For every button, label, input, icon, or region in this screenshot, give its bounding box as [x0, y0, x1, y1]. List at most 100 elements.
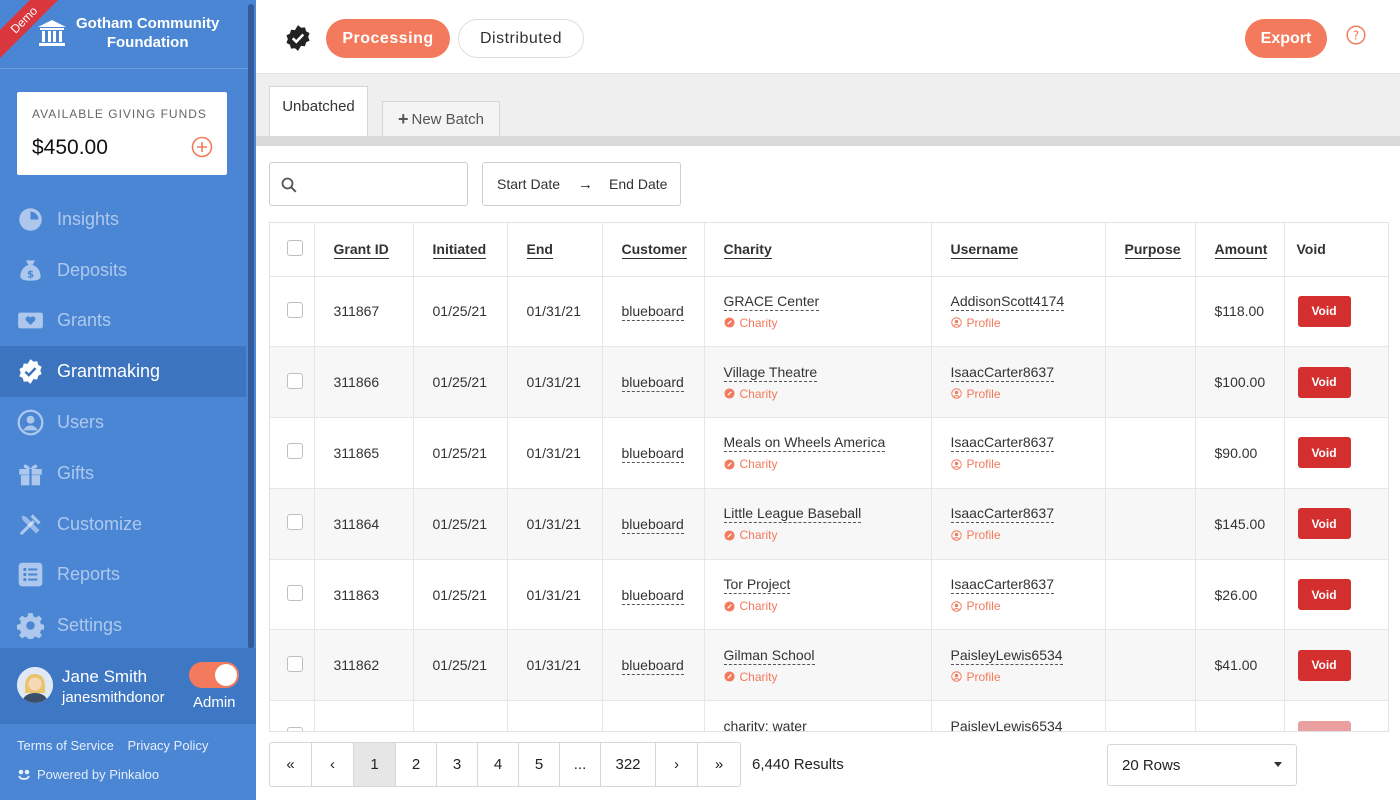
col-customer[interactable]: Customer [602, 223, 705, 276]
help-icon[interactable]: ? [1346, 25, 1366, 45]
col-grant-id[interactable]: Grant ID [314, 223, 414, 276]
void-button[interactable]: Void [1297, 508, 1351, 540]
col-charity[interactable]: Charity [704, 223, 932, 276]
page-3[interactable]: 3 [437, 743, 478, 786]
customer-link[interactable]: blueboard [621, 586, 684, 605]
void-button[interactable]: Void [1297, 437, 1351, 469]
page-1[interactable]: 1 [354, 743, 396, 786]
sidebar-item-users[interactable]: Users [0, 397, 246, 448]
first-page-button[interactable]: « [270, 743, 312, 786]
sidebar-item-customize[interactable]: Customize [0, 499, 246, 550]
charity-sub-link[interactable]: Charity [723, 528, 931, 542]
powered-by[interactable]: Powered by Pinkaloo [17, 767, 159, 782]
select-all-checkbox[interactable] [287, 239, 303, 256]
row-checkbox[interactable] [287, 443, 303, 460]
new-batch-button[interactable]: + New Batch [382, 101, 500, 136]
sidebar-item-grantmaking[interactable]: Grantmaking [0, 346, 246, 398]
tab-distributed[interactable]: Distributed [458, 19, 584, 58]
sidebar-item-reports[interactable]: Reports [0, 550, 246, 601]
charity-sub-link[interactable]: Charity [723, 316, 931, 330]
sidebar-item-label: Grants [57, 310, 112, 331]
customer-link[interactable]: blueboard [621, 303, 684, 322]
grant-id: 311865 [314, 417, 414, 489]
purpose [1105, 487, 1196, 560]
charity-link[interactable]: Little League Baseball [723, 505, 862, 524]
row-checkbox[interactable] [287, 301, 303, 318]
row-checkbox[interactable] [287, 655, 303, 672]
username-link[interactable]: IsaacCarter8637 [950, 434, 1055, 453]
username-link[interactable]: PaisleyLewis6534 [950, 646, 1063, 665]
profile-link[interactable]: Profile [950, 457, 1105, 471]
charity-sub-link[interactable]: Charity [723, 457, 931, 471]
page-322[interactable]: 322 [601, 743, 656, 786]
privacy-link[interactable]: Privacy Policy [127, 738, 208, 753]
table-row: 311865 01/25/21 01/31/21 blueboard Meals… [270, 417, 1388, 489]
sidebar-item-grants[interactable]: Grants [0, 296, 246, 347]
profile-icon [950, 388, 962, 399]
row-checkbox[interactable] [287, 585, 303, 602]
admin-toggle[interactable] [189, 662, 239, 688]
start-date[interactable]: Start Date [497, 176, 560, 192]
username-link[interactable]: IsaacCarter8637 [950, 363, 1055, 382]
page-4[interactable]: 4 [478, 743, 519, 786]
tab-processing[interactable]: Processing [326, 19, 450, 58]
col-initiated[interactable]: Initiated [413, 223, 508, 276]
last-page-button[interactable]: » [698, 743, 740, 786]
sidebar-item-insights[interactable]: Insights [0, 194, 246, 245]
sidebar-item-settings[interactable]: Settings [0, 600, 246, 651]
profile-link[interactable]: Profile [950, 670, 1105, 684]
profile-link[interactable]: Profile [950, 528, 1105, 542]
add-funds-icon[interactable] [191, 136, 213, 158]
search-input[interactable] [269, 162, 468, 206]
customer-link[interactable]: blueboard [621, 374, 684, 393]
sidebar-item-gifts[interactable]: Gifts [0, 448, 246, 499]
page-5[interactable]: 5 [519, 743, 560, 786]
profile-link[interactable]: Profile [950, 316, 1105, 330]
col-end[interactable]: End [507, 223, 603, 276]
col-purpose[interactable]: Purpose [1105, 223, 1196, 276]
batch-tabs: Unbatched + New Batch [256, 74, 1400, 146]
charity-link[interactable]: Meals on Wheels America [723, 434, 886, 453]
footer-links: Terms of Service Privacy Policy [17, 738, 218, 753]
void-button[interactable]: Void [1297, 649, 1351, 681]
charity-link[interactable]: Gilman School [723, 646, 815, 665]
username-link[interactable]: IsaacCarter8637 [950, 576, 1055, 595]
void-button[interactable]: Void [1297, 295, 1351, 327]
row-checkbox[interactable] [287, 514, 303, 531]
page-2[interactable]: 2 [396, 743, 437, 786]
export-button[interactable]: Export [1245, 19, 1327, 58]
next-page-button[interactable]: › [656, 743, 698, 786]
customer-link[interactable]: blueboard [621, 515, 684, 534]
brand[interactable]: Gotham Community Foundation [36, 14, 219, 52]
row-checkbox[interactable] [287, 372, 303, 389]
username-link[interactable]: IsaacCarter8637 [950, 505, 1055, 524]
prev-page-button[interactable]: ‹ [312, 743, 354, 786]
avatar[interactable] [17, 667, 53, 703]
charity-sub-link[interactable]: Charity [723, 599, 931, 613]
date-range-picker[interactable]: Start Date → End Date [482, 162, 681, 206]
customer-link[interactable]: blueboard [621, 444, 684, 463]
charity-sub-link[interactable]: Charity [723, 387, 931, 401]
tab-unbatched[interactable]: Unbatched [269, 86, 368, 136]
void-button[interactable]: Void [1297, 579, 1351, 611]
charity-link[interactable]: GRACE Center [723, 292, 820, 311]
rows-per-page-select[interactable]: 20 Rows [1107, 744, 1297, 786]
customer-link[interactable]: blueboard [621, 657, 684, 676]
sidebar-item-deposits[interactable]: $ Deposits [0, 245, 246, 296]
col-username[interactable]: Username [931, 223, 1106, 276]
charity-link[interactable]: Village Theatre [723, 363, 818, 382]
col-amount[interactable]: Amount [1195, 223, 1285, 276]
terms-link[interactable]: Terms of Service [17, 738, 114, 753]
void-button[interactable]: Void [1297, 720, 1351, 731]
profile-link[interactable]: Profile [950, 599, 1105, 613]
initiated-date: 01/25/21 [413, 346, 508, 418]
sidebar-scrollbar[interactable] [248, 4, 254, 649]
charity-link[interactable]: Tor Project [723, 576, 791, 595]
charity-link[interactable]: charity: water [723, 717, 807, 731]
username-link[interactable]: PaisleyLewis6534 [950, 717, 1063, 731]
username-link[interactable]: AddisonScott4174 [950, 292, 1065, 311]
end-date[interactable]: End Date [609, 176, 667, 192]
profile-link[interactable]: Profile [950, 387, 1105, 401]
charity-sub-link[interactable]: Charity [723, 670, 931, 684]
void-button[interactable]: Void [1297, 366, 1351, 398]
